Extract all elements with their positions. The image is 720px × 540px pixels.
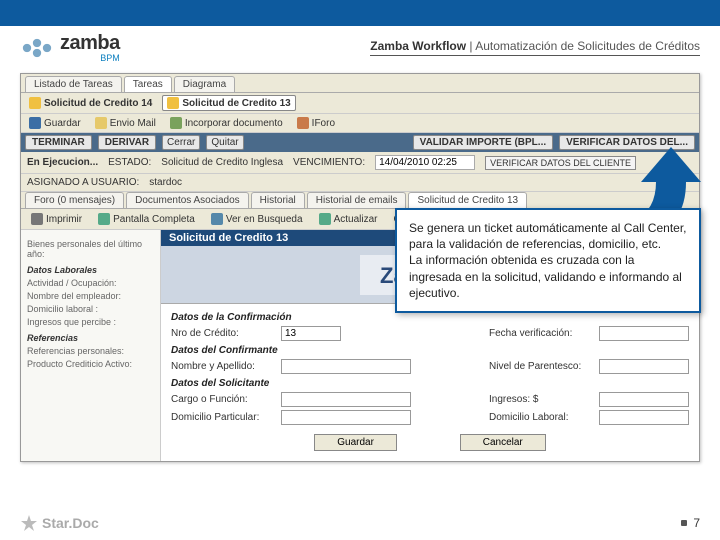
fullscreen-icon xyxy=(98,213,110,225)
slide-top-bar xyxy=(0,0,720,26)
page-number: 7 xyxy=(681,516,700,530)
tab-listado[interactable]: Listado de Tareas xyxy=(25,76,122,92)
ingresos-field[interactable] xyxy=(599,392,689,407)
open-docs-bar: Solicitud de Credito 14 Solicitud de Cre… xyxy=(21,93,699,114)
tab-diagrama[interactable]: Diagrama xyxy=(174,76,235,92)
printer-icon xyxy=(31,213,43,225)
tab-solicitud-13[interactable]: Solicitud de Credito 13 xyxy=(408,192,527,208)
refresh-button[interactable]: Actualizar xyxy=(315,212,382,226)
print-button[interactable]: Imprimir xyxy=(27,212,86,226)
validar-importe-button[interactable]: VALIDAR IMPORTE (BPL... xyxy=(413,135,553,150)
fullscreen-button[interactable]: Pantalla Completa xyxy=(94,212,199,226)
tab-historial[interactable]: Historial xyxy=(251,192,305,208)
callout-box: Se genera un ticket automáticamente al C… xyxy=(395,208,701,313)
search-icon xyxy=(211,213,223,225)
left-panel: Bienes personales del último año: Datos … xyxy=(21,230,161,461)
zamba-logo: zamba BPM xyxy=(20,32,120,63)
app-window: Listado de Tareas Tareas Diagrama Solici… xyxy=(20,73,700,462)
breadcrumb-subtitle: Automatización de Solicitudes de Crédito… xyxy=(475,39,700,53)
tab-docs-asoc[interactable]: Documentos Asociados xyxy=(126,192,249,208)
actions-toolbar: Guardar Envio Mail Incorporar documento … xyxy=(21,114,699,133)
logo-text: zamba xyxy=(60,32,120,55)
dom-laboral-field[interactable] xyxy=(599,410,689,425)
nro-credito-field[interactable] xyxy=(281,326,341,341)
foro-button[interactable]: IForo xyxy=(293,116,339,130)
doc-form: Datos de la Confirmación Nro de Crédito:… xyxy=(161,304,699,461)
stardoc-logo-icon xyxy=(20,514,38,532)
derivar-button[interactable]: DERIVAR xyxy=(98,135,156,150)
asignado-value: stardoc xyxy=(149,177,182,188)
nombre-field[interactable] xyxy=(281,359,411,374)
status-ejecucion: En Ejecucion... xyxy=(27,157,98,168)
tabs-top: Listado de Tareas Tareas Diagrama xyxy=(21,74,699,93)
slide-header: zamba BPM Zamba Workflow | Automatizació… xyxy=(0,26,720,67)
zamba-logo-icon xyxy=(20,38,54,58)
doc-tab-14[interactable]: Solicitud de Credito 14 xyxy=(25,96,156,110)
tab-tareas[interactable]: Tareas xyxy=(124,76,172,92)
refresh-icon xyxy=(319,213,331,225)
bullet-icon xyxy=(681,520,687,526)
stardoc-logo: Star.Doc xyxy=(20,514,99,532)
tab-hist-emails[interactable]: Historial de emails xyxy=(307,192,407,208)
dom-particular-field[interactable] xyxy=(281,410,411,425)
vencimiento-field[interactable] xyxy=(375,155,475,170)
callout-text-2: La información obtenida es cruzada con l… xyxy=(409,252,687,301)
slide-footer: Star.Doc 7 xyxy=(0,514,720,532)
guardar-button[interactable]: Guardar xyxy=(314,434,397,451)
send-mail-button[interactable]: Envio Mail xyxy=(91,116,160,130)
breadcrumb: Zamba Workflow | Automatización de Solic… xyxy=(370,39,700,56)
terminar-button[interactable]: TERMINAR xyxy=(25,135,92,150)
save-button[interactable]: Guardar xyxy=(25,116,85,130)
doc-tab-13[interactable]: Solicitud de Credito 13 xyxy=(162,95,295,111)
quitar-button[interactable]: Quitar xyxy=(206,135,243,150)
breadcrumb-title: Zamba Workflow xyxy=(370,39,466,53)
estado-value: Solicitud de Credito Inglesa xyxy=(161,157,283,168)
cerrar-button[interactable]: Cerrar xyxy=(162,135,200,150)
cargo-field[interactable] xyxy=(281,392,411,407)
cancelar-button[interactable]: Cancelar xyxy=(460,434,546,451)
fecha-verif-field[interactable] xyxy=(599,326,689,341)
parentesco-field[interactable] xyxy=(599,359,689,374)
attach-doc-button[interactable]: Incorporar documento xyxy=(166,116,287,130)
callout-text-1: Se genera un ticket automáticamente al C… xyxy=(409,220,687,252)
search-view-button[interactable]: Ver en Busqueda xyxy=(207,212,307,226)
tab-foro[interactable]: Foro (0 mensajes) xyxy=(25,192,124,208)
